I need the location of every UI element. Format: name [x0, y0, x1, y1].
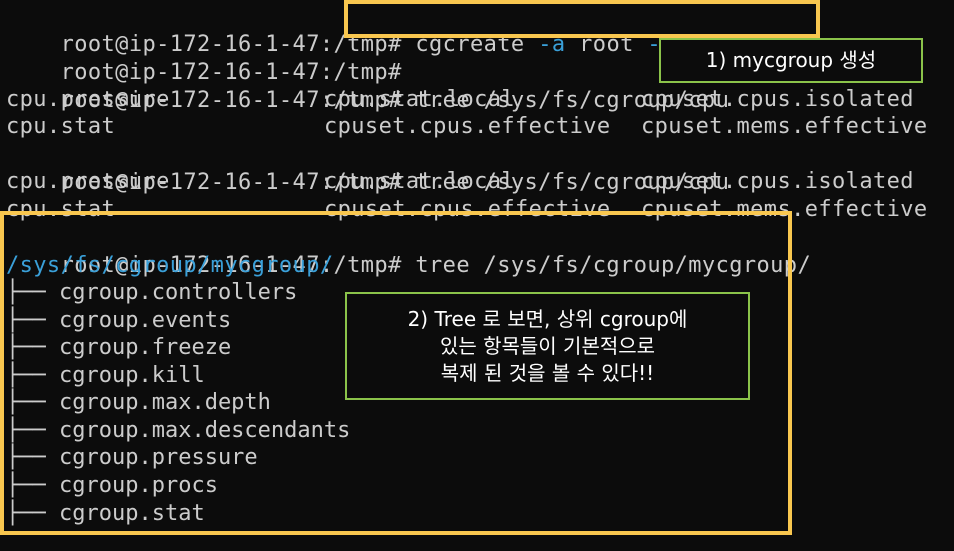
tree-branch-glyph: ├──: [6, 280, 46, 305]
tree-branch-glyph: ├──: [6, 445, 46, 470]
listing-cell: cpuset.cpus.isolated: [641, 169, 914, 194]
tree-branch-glyph: ├──: [6, 501, 46, 526]
tree-item: ├── cgroup.kill: [6, 362, 205, 390]
command-name: cgcreate: [401, 32, 525, 57]
tree-item-label: cgroup.controllers: [59, 280, 298, 305]
tree-item-label: cgroup.max.descendants: [59, 418, 351, 443]
tree-item: ├── cgroup.pressure: [6, 444, 258, 472]
listing-cell: cpu.pressure: [6, 169, 170, 194]
tree-branch-glyph: ├──: [6, 335, 46, 360]
annotation-text: 1) mycgroup 생성: [705, 48, 877, 72]
command-arg: root: [579, 32, 634, 57]
command-text: tree /sys/fs/cgroup/mycgroup/: [401, 253, 812, 278]
listing-cell: cpuset.cpus.isolated: [641, 87, 914, 112]
listing-cell: cpuset.mems.effective: [641, 197, 928, 222]
tree-root-path: /sys/fs/cgroup/mycgroup/: [6, 253, 334, 278]
annotation-text-line: 2) Tree 로 보면, 상위 cgroup에: [407, 306, 688, 331]
tree-item: ├── cgroup.freeze: [6, 334, 231, 362]
tree-branch-glyph: ├──: [6, 308, 46, 333]
annotation-note-2: 2) Tree 로 보면, 상위 cgroup에 있는 항목들이 기본적으로 복…: [345, 292, 750, 400]
terminal-line-tree-cpu: root@ip-172-16-1-47:/tmp# tree /sys/fs/c…: [6, 59, 729, 113]
listing-cell: cpuset.mems.effective: [641, 114, 928, 139]
listing-cell: cpuset.cpus.effective: [324, 114, 611, 139]
listing-row: cpu.stat cpuset.cpus.effective cpuset.me…: [6, 196, 946, 224]
terminal-line-tree-cpu: root@ip-172-16-1-47:/tmp# tree /sys/fs/c…: [6, 141, 729, 195]
terminal-line-empty-prompt: root@ip-172-16-1-47:/tmp#: [6, 31, 402, 85]
tree-item: ├── cgroup.procs: [6, 472, 218, 500]
terminal-line-cgcreate: root@ip-172-16-1-47:/tmp# cgcreate -a ro…: [6, 3, 852, 57]
terminal-line-tree-mycgroup: root@ip-172-16-1-47:/tmp# tree /sys/fs/c…: [6, 224, 811, 278]
command-flag: -a: [538, 32, 566, 57]
tree-item: ├── cgroup.max.descendants: [6, 417, 350, 445]
annotation-text-line: 복제 된 것을 볼 수 있다!!: [440, 360, 655, 385]
listing-cell: cpu.stat.local: [324, 169, 516, 194]
tree-item-label: cgroup.kill: [59, 363, 205, 388]
tree-item-label: cgroup.pressure: [59, 445, 258, 470]
tree-item: ├── cgroup.stat: [6, 500, 205, 528]
annotation-note-1: 1) mycgroup 생성: [659, 38, 923, 83]
listing-cell: cpu.pressure: [6, 87, 170, 112]
listing-row: cpu.pressure cpu.stat.local cpuset.cpus.…: [6, 168, 946, 196]
listing-row: cpu.stat cpuset.cpus.effective cpuset.me…: [6, 113, 946, 141]
annotation-text-line: 있는 항목들이 기본적으로: [439, 333, 656, 358]
listing-cell: cpu.stat: [6, 114, 116, 139]
tree-branch-glyph: ├──: [6, 418, 46, 443]
tree-item-label: cgroup.stat: [59, 501, 205, 526]
listing-cell: cpu.stat: [6, 197, 116, 222]
listing-cell: cpu.stat.local: [324, 87, 516, 112]
listing-cell: cpuset.cpus.effective: [324, 197, 611, 222]
tree-item: ├── cgroup.max.depth: [6, 389, 271, 417]
tree-item-label: cgroup.procs: [59, 473, 218, 498]
tree-item-label: cgroup.events: [59, 308, 232, 333]
tree-branch-glyph: ├──: [6, 473, 46, 498]
tree-item: ├── cgroup.events: [6, 307, 231, 335]
tree-item-label: cgroup.freeze: [59, 335, 232, 360]
terminal-window[interactable]: root@ip-172-16-1-47:/tmp# cgcreate -a ro…: [0, 0, 954, 551]
tree-branch-glyph: ├──: [6, 390, 46, 415]
tree-branch-glyph: ├──: [6, 363, 46, 388]
tree-item: ├── cgroup.controllers: [6, 279, 297, 307]
tree-item-label: cgroup.max.depth: [59, 390, 271, 415]
listing-row: cpu.pressure cpu.stat.local cpuset.cpus.…: [6, 86, 946, 114]
